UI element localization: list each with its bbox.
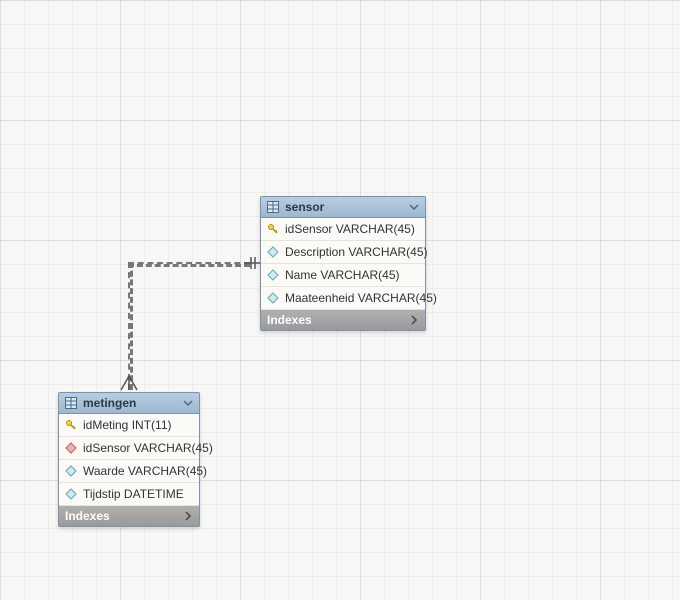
column-row[interactable]: idSensor VARCHAR(45) [261, 218, 425, 241]
attr-diamond-icon [267, 246, 279, 258]
cardinality-one-icon [244, 255, 260, 271]
indexes-label: Indexes [267, 313, 409, 327]
column-label: idSensor VARCHAR(45) [285, 222, 415, 236]
column-label: Maateenheid VARCHAR(45) [285, 291, 437, 305]
entity-metingen-header[interactable]: metingen [59, 393, 199, 414]
relation-horizontal-segment [128, 262, 250, 267]
column-row[interactable]: Tijdstip DATETIME [59, 483, 199, 506]
crowfoot-many-icon [119, 376, 139, 392]
indexes-section[interactable]: Indexes [59, 506, 199, 526]
column-label: Tijdstip DATETIME [83, 487, 184, 501]
column-label: Description VARCHAR(45) [285, 245, 428, 259]
entity-sensor-header[interactable]: sensor [261, 197, 425, 218]
table-icon [267, 201, 279, 213]
chevron-right-icon [183, 511, 193, 521]
attr-diamond-icon [65, 488, 77, 500]
column-row[interactable]: idSensor VARCHAR(45) [59, 437, 199, 460]
column-label: idSensor VARCHAR(45) [83, 441, 213, 455]
attr-diamond-icon [65, 465, 77, 477]
chevron-right-icon [409, 315, 419, 325]
relation-vertical-segment [128, 262, 133, 390]
chevron-down-icon[interactable] [409, 202, 419, 212]
entity-metingen-title: metingen [83, 396, 183, 410]
indexes-section[interactable]: Indexes [261, 310, 425, 330]
attr-diamond-icon [267, 269, 279, 281]
column-label: Waarde VARCHAR(45) [83, 464, 207, 478]
column-label: idMeting INT(11) [83, 418, 171, 432]
indexes-label: Indexes [65, 509, 183, 523]
column-row[interactable]: Name VARCHAR(45) [261, 264, 425, 287]
attr-diamond-icon [267, 292, 279, 304]
pk-key-icon [267, 223, 279, 235]
column-row[interactable]: Maateenheid VARCHAR(45) [261, 287, 425, 310]
entity-metingen[interactable]: metingen idMeting INT(11) idSensor VARCH… [58, 392, 200, 527]
pk-key-icon [65, 419, 77, 431]
entity-sensor-title: sensor [285, 200, 409, 214]
entity-sensor[interactable]: sensor idSensor VARCHAR(45) Description … [260, 196, 426, 331]
column-row[interactable]: Waarde VARCHAR(45) [59, 460, 199, 483]
column-row[interactable]: Description VARCHAR(45) [261, 241, 425, 264]
table-icon [65, 397, 77, 409]
fk-diamond-icon [65, 442, 77, 454]
chevron-down-icon[interactable] [183, 398, 193, 408]
column-row[interactable]: idMeting INT(11) [59, 414, 199, 437]
column-label: Name VARCHAR(45) [285, 268, 399, 282]
